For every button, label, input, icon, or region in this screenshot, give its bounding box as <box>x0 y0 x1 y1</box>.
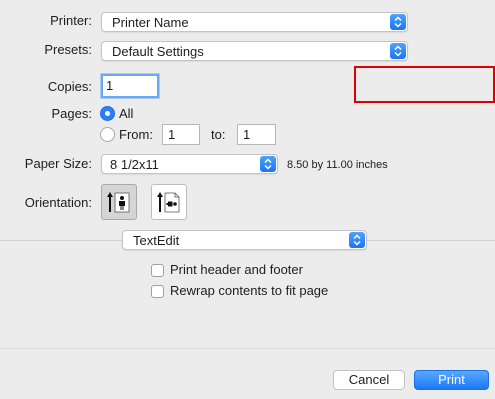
print-button[interactable]: Print <box>414 370 489 390</box>
paper-size-popup[interactable]: 8 1/2x11 <box>101 154 278 174</box>
print-header-footer-checkbox[interactable] <box>151 264 164 277</box>
rewrap-contents-checkbox[interactable] <box>151 285 164 298</box>
cancel-button[interactable]: Cancel <box>333 370 405 390</box>
rewrap-contents-label: Rewrap contents to fit page <box>170 283 329 298</box>
presets-popup[interactable]: Default Settings <box>101 41 408 61</box>
landscape-orientation-icon <box>157 192 180 213</box>
orientation-label: Orientation: <box>24 195 92 210</box>
pages-from-radio[interactable] <box>100 127 115 142</box>
pages-all-label: All <box>119 106 134 121</box>
printer-popup[interactable]: Printer Name <box>101 12 408 32</box>
paper-size-label: Paper Size: <box>24 156 92 171</box>
presets-label: Presets: <box>44 42 92 57</box>
pages-all-radio[interactable] <box>100 106 115 121</box>
landscape-orientation-button[interactable] <box>151 184 187 220</box>
paper-dimensions: 8.50 by 11.00 inches <box>287 159 388 171</box>
printer-label: Printer: <box>50 13 92 28</box>
presets-value: Default Settings <box>112 44 204 59</box>
portrait-orientation-button[interactable] <box>101 184 137 220</box>
paper-size-value: 8 1/2x11 <box>110 157 159 172</box>
up-down-stepper-icon <box>390 43 406 59</box>
pages-from-field[interactable]: 1 <box>162 124 200 145</box>
pages-from-label: From: <box>119 127 153 142</box>
copies-field[interactable]: 1 <box>101 74 159 98</box>
app-section-value: TextEdit <box>133 233 180 248</box>
pages-to-field[interactable]: 1 <box>237 124 276 145</box>
app-section-popup[interactable]: TextEdit <box>122 230 367 250</box>
up-down-stepper-icon <box>390 14 406 30</box>
pages-to-label: to: <box>211 127 226 142</box>
footer-divider <box>0 348 495 349</box>
highlight-box <box>354 66 495 103</box>
up-down-stepper-icon <box>349 232 365 248</box>
portrait-orientation-icon <box>107 192 130 213</box>
up-down-stepper-icon <box>260 156 276 172</box>
pages-label: Pages: <box>51 106 92 121</box>
printer-value: Printer Name <box>112 15 189 30</box>
print-header-footer-label: Print header and footer <box>170 262 303 277</box>
copies-label: Copies: <box>47 79 92 94</box>
